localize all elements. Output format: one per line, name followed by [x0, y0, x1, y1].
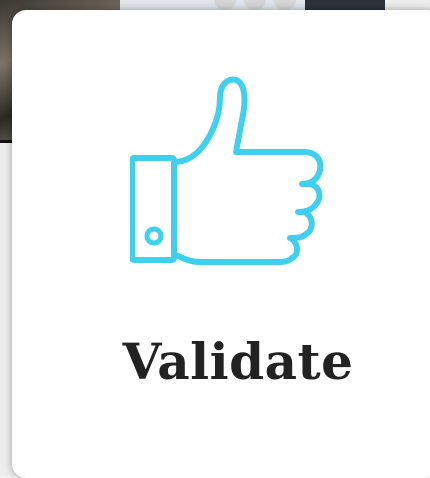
carousel-dot [244, 0, 266, 10]
background-carousel-dots [214, 0, 304, 10]
thumbs-up-hand [171, 76, 324, 265]
thumbs-up-icon [130, 76, 330, 276]
validate-label: Validate [122, 332, 354, 391]
thumbs-up-cuff-button [144, 226, 164, 246]
carousel-dot [274, 0, 296, 10]
validate-card[interactable]: Validate [12, 10, 430, 478]
carousel-dot [214, 0, 236, 10]
